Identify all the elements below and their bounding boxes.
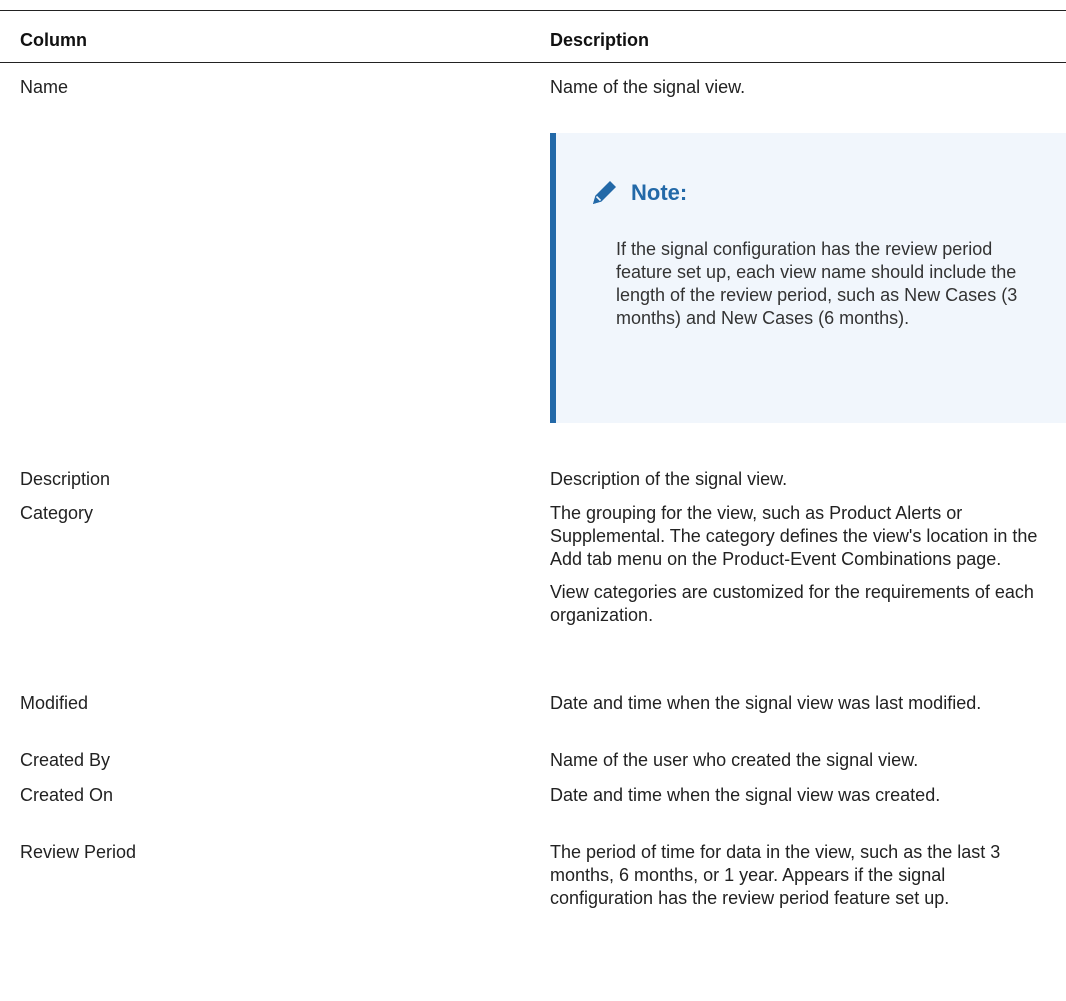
description-cell: The period of time for data in the view,… — [550, 841, 1050, 910]
description-header: Description — [550, 30, 650, 50]
note-title: Note: — [631, 179, 688, 205]
header-rule — [0, 62, 1066, 63]
description-text: The period of time for data in the view,… — [550, 842, 1001, 908]
description-text: Date and time when the signal view was l… — [550, 693, 982, 713]
column-name-cell: Created By — [20, 750, 111, 770]
description-cell: Name of the signal view. — [550, 76, 1050, 99]
column-name-cell: Review Period — [20, 842, 137, 862]
column-name-cell: Category — [20, 503, 94, 523]
column-header: Column — [20, 30, 87, 50]
description-cell: Description of the signal view. — [550, 468, 1050, 491]
description-text: View categories are customized for the r… — [550, 582, 1034, 625]
description-cell: Name of the user who created the signal … — [550, 749, 1050, 772]
description-cell: The grouping for the view, such as Produ… — [550, 502, 1050, 627]
pencil-icon — [589, 176, 621, 208]
column-name-cell: Created On — [20, 785, 114, 805]
column-name-cell: Description — [20, 469, 111, 489]
description-text: Date and time when the signal view was c… — [550, 785, 941, 805]
note-text: If the signal configuration has the revi… — [616, 239, 1018, 328]
column-name-cell: Name — [20, 77, 69, 97]
note-callout: Note: If the signal configuration has th… — [550, 133, 1066, 423]
description-text: Description of the signal view. — [550, 469, 788, 489]
description-cell: Date and time when the signal view was l… — [550, 692, 1050, 715]
description-cell: Date and time when the signal view was c… — [550, 784, 1050, 807]
column-name-cell: Modified — [20, 693, 89, 713]
description-text: The grouping for the view, such as Produ… — [550, 503, 1038, 569]
note-header: Note: — [589, 176, 687, 208]
table-top-rule — [0, 10, 1066, 11]
description-text: Name of the signal view. — [550, 77, 746, 97]
description-text: Name of the user who created the signal … — [550, 750, 919, 770]
